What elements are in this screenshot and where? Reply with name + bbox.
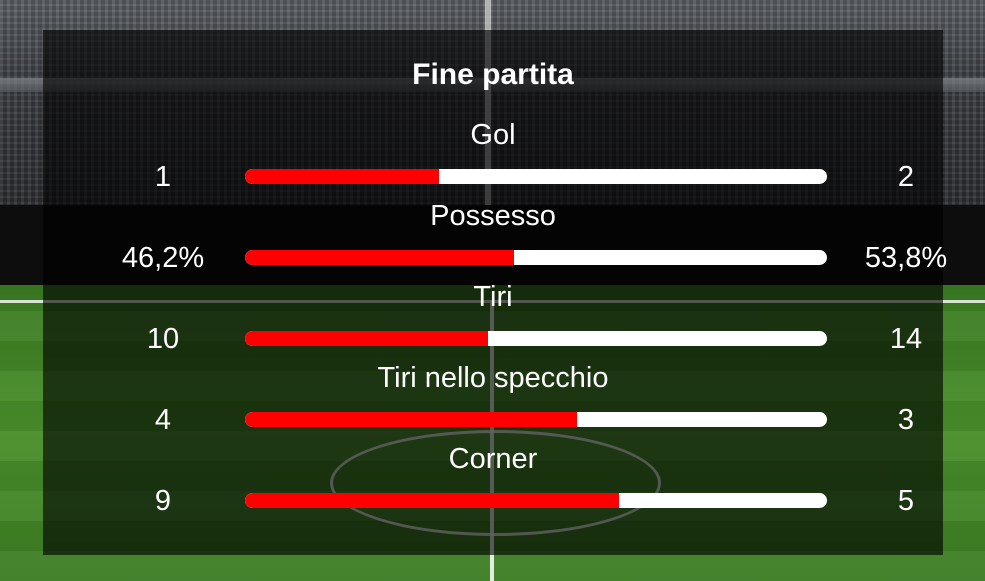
stat-row-tiri: Tiri 10 14 (43, 280, 943, 360)
stat-bar-home-fill (245, 250, 514, 265)
stat-home-value: 10 (146, 323, 180, 355)
stat-row-corner: Corner 9 5 (43, 442, 943, 522)
stat-bar (245, 250, 827, 265)
stat-home-value: 4 (154, 404, 172, 436)
stat-row-tiri-nello-specchio: Tiri nello specchio 4 3 (43, 361, 943, 441)
stat-bar-home-fill (245, 331, 488, 346)
stat-home-value: 1 (154, 161, 172, 193)
stat-bar-home-fill (245, 493, 620, 508)
stat-bar-home-fill (245, 412, 578, 427)
stat-row-possesso: Possesso 46,2% 53,8% (43, 199, 947, 279)
stat-bar-home-fill (245, 169, 439, 184)
stat-label: Corner (448, 443, 538, 475)
stat-away-value: 5 (897, 485, 915, 517)
panel-title: Fine partita (412, 58, 574, 91)
stat-bar (245, 412, 827, 427)
stat-away-value: 53,8% (864, 242, 948, 274)
stat-label: Tiri (473, 281, 513, 313)
stat-bar (245, 169, 827, 184)
stat-row-gol: Gol 1 2 (43, 118, 943, 198)
stat-away-value: 3 (897, 404, 915, 436)
stat-bar (245, 493, 827, 508)
stat-label: Possesso (430, 200, 556, 232)
stat-label: Tiri nello specchio (377, 362, 609, 394)
stat-label: Gol (470, 119, 516, 151)
stat-home-value: 9 (154, 485, 172, 517)
match-stats-panel: Fine partita Gol 1 2 Possesso 46,2% 53,8… (43, 30, 947, 555)
stat-away-value: 14 (889, 323, 923, 355)
stat-away-value: 2 (897, 161, 915, 193)
stat-bar (245, 331, 827, 346)
stat-home-value: 46,2% (121, 242, 205, 274)
